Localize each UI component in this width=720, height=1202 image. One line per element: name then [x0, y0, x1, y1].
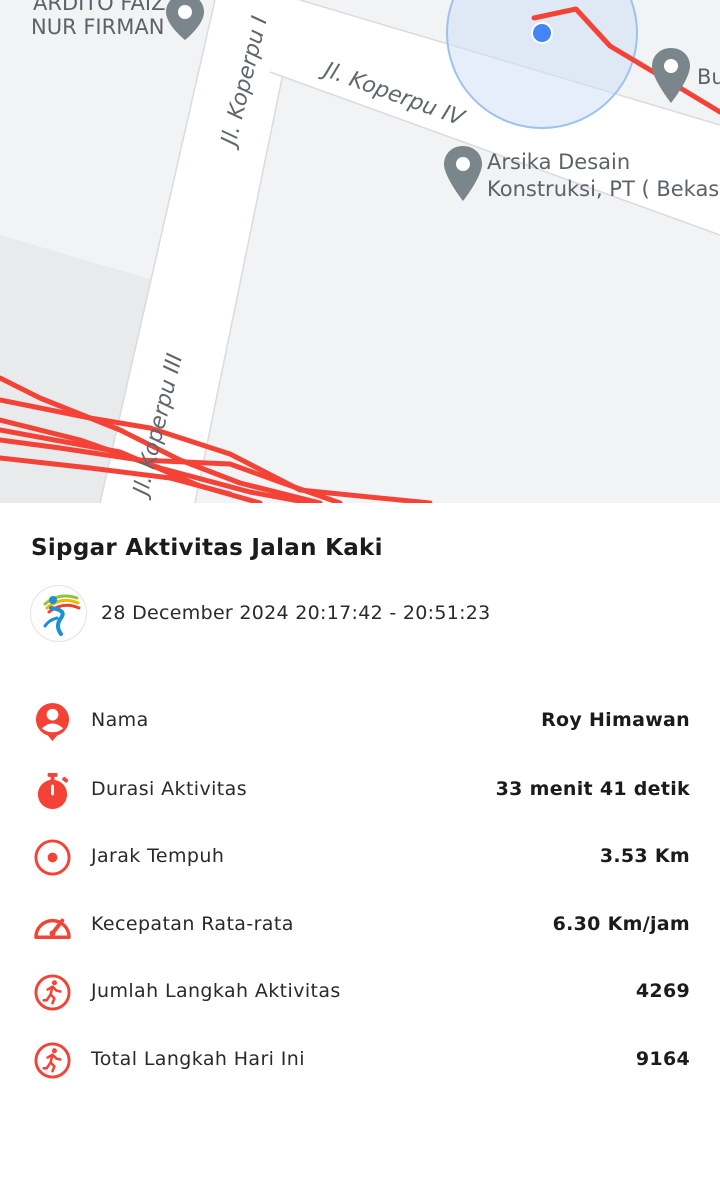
- target-icon: [34, 839, 71, 876]
- stat-value: 9164: [635, 1048, 690, 1070]
- stat-value: 4269: [635, 980, 690, 1002]
- map-pin-icon[interactable]: [444, 146, 482, 201]
- place-label-arsika-line1[interactable]: Arsika Desain: [487, 149, 630, 175]
- map-pin-icon[interactable]: [652, 48, 690, 103]
- app-logo: [30, 585, 87, 642]
- stat-value: 6.30 Km/jam: [552, 913, 690, 935]
- app-logo-icon: [43, 594, 81, 636]
- current-location-dot: [533, 24, 551, 42]
- map-view[interactable]: ARDITO FAIZ NUR FIRMAN Arsika Desain Kon…: [0, 0, 720, 503]
- stat-value: Roy Himawan: [541, 709, 690, 731]
- stat-row-distance: Jarak Tempuh 3.53 Km: [0, 832, 720, 884]
- stat-label: Jarak Tempuh: [91, 845, 225, 867]
- person-icon: [35, 702, 70, 741]
- stat-label: Durasi Aktivitas: [91, 778, 247, 800]
- road-koperpu-iii: [100, 0, 298, 503]
- running-icon: [34, 1042, 71, 1079]
- place-label-bu[interactable]: Bu: [697, 64, 720, 90]
- place-label-ardito-line2[interactable]: NUR FIRMAN: [31, 14, 164, 40]
- stat-label: Jumlah Langkah Aktivitas: [91, 980, 341, 1002]
- stat-row-name: Nama Roy Himawan: [0, 696, 720, 748]
- stat-row-activity-steps: Jumlah Langkah Aktivitas 4269: [0, 967, 720, 1019]
- place-label-arsika-line2[interactable]: Konstruksi, PT ( Bekasi ): [487, 176, 720, 202]
- stopwatch-icon: [37, 772, 69, 810]
- map-pin-icon[interactable]: [166, 0, 204, 40]
- activity-details: Sipgar Aktivitas Jalan Kaki 28 December …: [0, 503, 720, 1202]
- stat-row-duration: Durasi Aktivitas 33 menit 41 detik: [0, 765, 720, 817]
- activity-time-range: 28 December 2024 20:17:42 - 20:51:23: [101, 602, 491, 624]
- stat-value: 3.53 Km: [599, 845, 690, 867]
- activity-title: Sipgar Aktivitas Jalan Kaki: [31, 535, 383, 561]
- stat-label: Kecepatan Rata-rata: [91, 913, 294, 935]
- stat-row-total-steps: Total Langkah Hari Ini 9164: [0, 1035, 720, 1087]
- stat-row-speed: Kecepatan Rata-rata 6.30 Km/jam: [0, 900, 720, 952]
- stat-label: Total Langkah Hari Ini: [91, 1048, 305, 1070]
- stat-value: 33 menit 41 detik: [495, 778, 690, 800]
- speedometer-icon: [34, 918, 71, 939]
- stat-label: Nama: [91, 709, 149, 731]
- running-icon: [34, 974, 71, 1011]
